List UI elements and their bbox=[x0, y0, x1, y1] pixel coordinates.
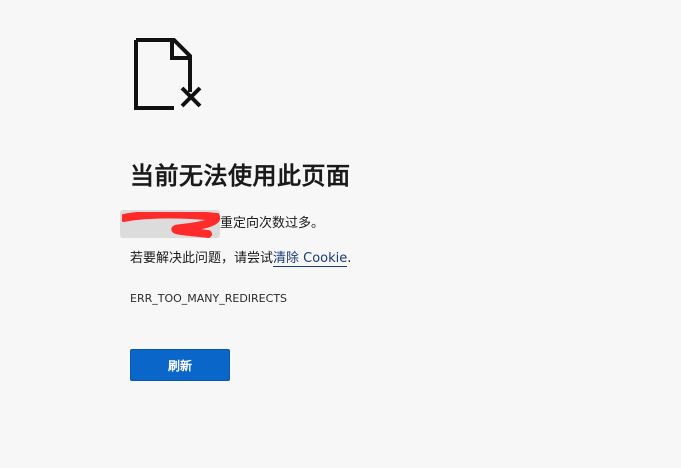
suggestion-suffix: . bbox=[347, 251, 352, 266]
redacted-hostname bbox=[120, 210, 220, 238]
suggestion-prefix: 若要解决此问题，请尝试 bbox=[130, 251, 274, 266]
clear-cookies-link[interactable]: 清除 Cookie bbox=[273, 251, 348, 267]
refresh-button[interactable]: 刷新 bbox=[130, 349, 230, 381]
page-error-icon bbox=[134, 38, 202, 110]
error-page: 当前无法使用此页面 重定向次数过多。 若要解决此问题，请尝试清除 Cookie.… bbox=[0, 0, 681, 468]
redirect-message: 重定向次数过多。 bbox=[220, 216, 325, 231]
suggestion-text: 若要解决此问题，请尝试清除 Cookie. bbox=[130, 250, 351, 268]
page-title: 当前无法使用此页面 bbox=[130, 162, 351, 190]
error-code: ERR_TOO_MANY_REDIRECTS bbox=[130, 292, 288, 305]
redaction-scribble bbox=[122, 212, 220, 238]
redirect-message-line: 重定向次数过多。 bbox=[120, 210, 324, 238]
